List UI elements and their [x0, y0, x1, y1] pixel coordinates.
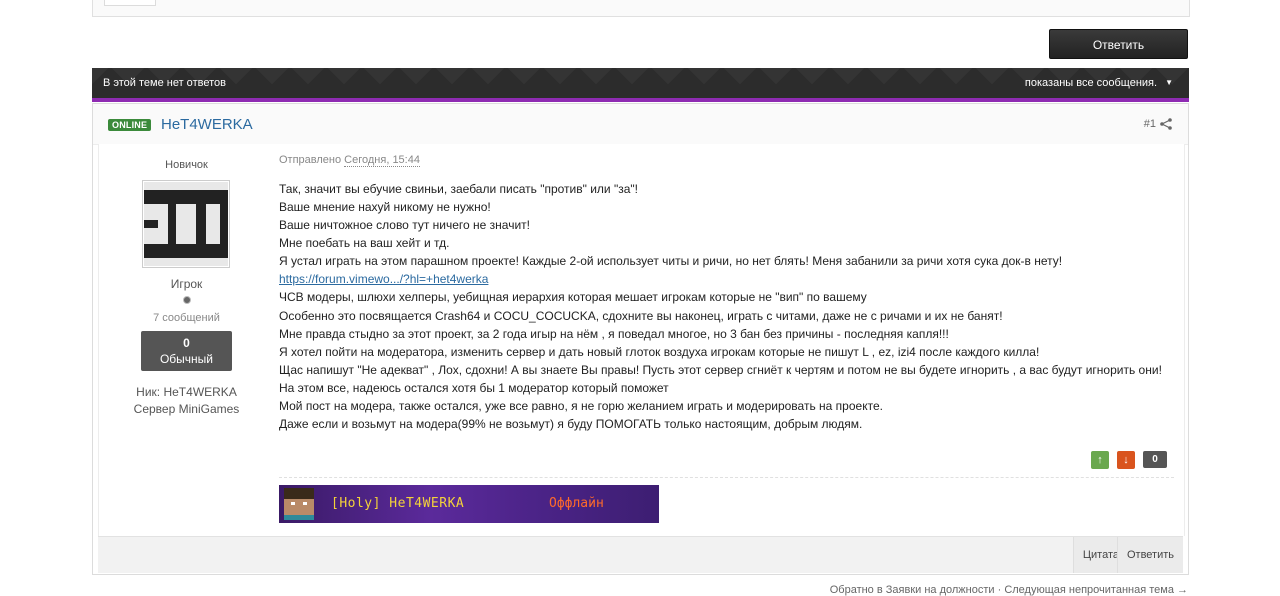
message-text-part-2: ЧСВ модеры, шлюхи хелперы, уебищная иера… — [279, 288, 1174, 433]
nick-field: Ник: HeT4WERKA — [99, 385, 274, 399]
player-skin-icon — [284, 488, 314, 520]
server-value: MiniGames — [178, 402, 240, 416]
post-number-link[interactable]: #1 — [1144, 118, 1156, 130]
signature-banner: [Holy] HeT4WERKA Оффлайн — [279, 485, 659, 523]
posted-info: Отправлено Сегодня, 15:44 — [279, 154, 1174, 167]
previous-panel-stub — [104, 0, 156, 6]
server-field: Сервер MiniGames — [99, 402, 274, 416]
post: ONLINE HeT4WERKA #1 Новичок Игрок 7 сооб… — [92, 103, 1189, 575]
signature-player-name: [Holy] HeT4WERKA — [331, 496, 465, 511]
vote-up-button[interactable]: ↑ — [1091, 451, 1109, 469]
reputation-pip-icon — [183, 296, 191, 304]
post-header: ONLINE HeT4WERKA #1 — [93, 104, 1188, 145]
avatar[interactable] — [142, 180, 230, 268]
message-line: Так, значит вы ебучие свиньи, заебали пи… — [279, 182, 638, 196]
show-all-dropdown[interactable]: показаны все сообщения. ▼ — [1025, 77, 1173, 89]
nav-separator: · — [994, 584, 1005, 596]
nick-label: Ник: — [136, 385, 161, 399]
member-group: Игрок — [170, 277, 203, 291]
reply-button[interactable]: Ответить — [1049, 29, 1188, 59]
message-line: Ваше ничтожное слово тут ничего не значи… — [279, 218, 530, 233]
post-body: Отправлено Сегодня, 15:44 Так, значит вы… — [279, 154, 1174, 433]
message-link[interactable]: https://forum.vimewo.../?hl=+het4werka — [279, 270, 1174, 288]
message-text-part-1: Так, значит вы ебучие свиньи, заебали пи… — [279, 180, 1174, 270]
reputation-badge: 0 Обычный — [141, 331, 232, 371]
posted-date: Сегодня, 15:44 — [344, 154, 420, 167]
author-name-link[interactable]: HeT4WERKA — [161, 116, 253, 133]
show-all-label: показаны все сообщения. — [1024, 77, 1158, 89]
message-line: Мой пост на модера, также остался, уже в… — [279, 399, 883, 414]
vote-count: 0 — [1143, 451, 1167, 468]
member-rank: Новичок — [165, 159, 208, 171]
post-footer: Цитата Ответить — [98, 536, 1183, 573]
message-line: Мне поебать на ваш хейт и тд. — [279, 236, 450, 251]
post-count: 7 сообщений — [153, 312, 220, 324]
posted-prefix: Отправлено — [279, 154, 342, 166]
next-unread-link[interactable]: Следующая непрочитанная тема → — [1004, 584, 1188, 596]
topic-bar: В этой теме нет ответов показаны все соо… — [92, 68, 1189, 102]
message-line: Даже если и возьмут на модера(99% не воз… — [279, 417, 863, 432]
message-line: ЧСВ модеры, шлюхи хелперы, уебищная иера… — [279, 290, 867, 305]
previous-panel — [92, 0, 1190, 17]
reputation-value: 0 — [183, 336, 190, 350]
caret-down-icon: ▼ — [1165, 78, 1173, 87]
message-line: На этом все, надеюсь остался хотя бы 1 м… — [279, 380, 669, 395]
vote-down-button[interactable]: ↓ — [1117, 451, 1135, 469]
nick-value: HeT4WERKA — [163, 385, 237, 399]
online-badge: ONLINE — [108, 119, 152, 131]
post-reply-button[interactable]: Ответить — [1116, 537, 1183, 573]
avatar-image — [144, 182, 228, 266]
message-line: Ваше мнение нахуй никому не нужно! — [279, 200, 491, 215]
post-content-area: Новичок Игрок 7 сообщений 0 Обычный Ник:… — [98, 144, 1185, 536]
back-to-forum-link[interactable]: Обратно в Заявки на должности — [830, 584, 995, 596]
share-icon[interactable] — [1160, 118, 1172, 130]
message-line: Мне правда стыдно за этот проект, за 2 г… — [279, 326, 949, 341]
signature-divider — [279, 477, 1174, 478]
reputation-label: Обычный — [159, 352, 214, 366]
message-line: Я устал играть на этом парашном проекте!… — [279, 254, 1063, 269]
server-label: Сервер — [133, 402, 176, 416]
no-replies-label: В этой теме нет ответов — [103, 77, 226, 89]
message-line: Особенно это посвящается Crash64 и COCU_… — [279, 308, 1003, 323]
message-line: Я хотел пойти на модератора, изменить се… — [279, 344, 1040, 359]
signature-status: Оффлайн — [549, 496, 604, 511]
bottom-navigation: Обратно в Заявки на должности · Следующа… — [830, 584, 1188, 596]
message-line: Щас напишут "Не адекват" , Лох, сдохни! … — [279, 362, 1162, 377]
